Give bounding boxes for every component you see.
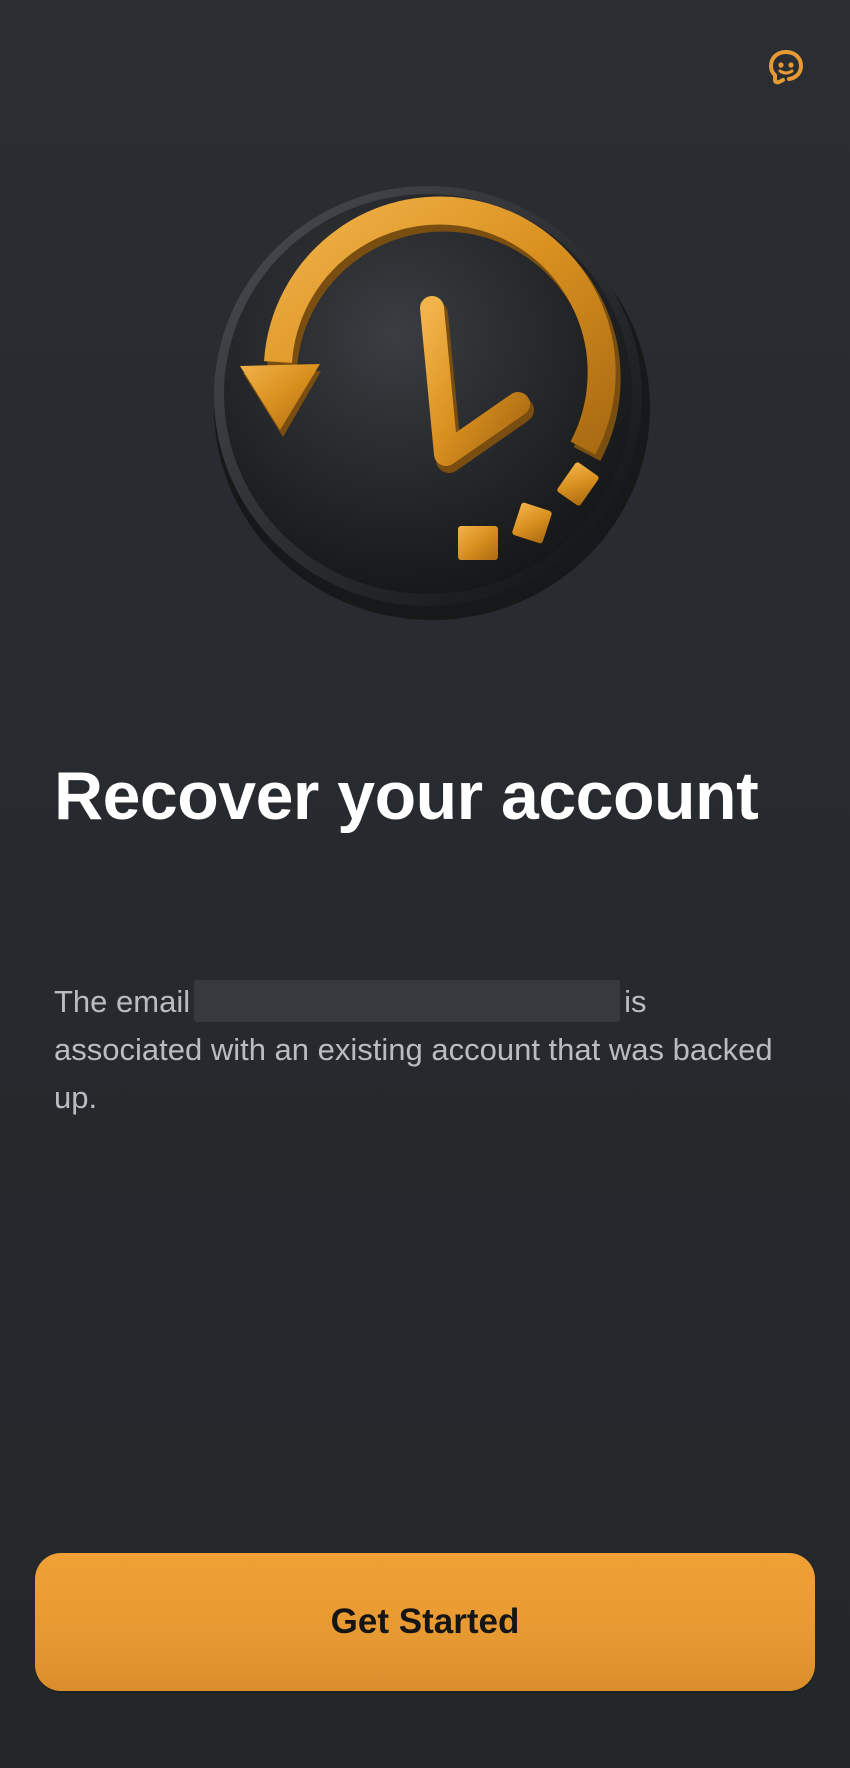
- clock-restore-icon: [214, 186, 650, 620]
- support-agent-icon: [769, 50, 804, 85]
- page-title: Recover your account: [54, 758, 759, 834]
- description-text: The email is associated with an existing …: [54, 978, 794, 1122]
- get-started-button[interactable]: Get Started: [35, 1553, 815, 1691]
- support-button[interactable]: [758, 40, 814, 96]
- description-prefix: The email: [54, 984, 191, 1019]
- recover-account-screen: Recover your account The email is associa…: [0, 0, 850, 1768]
- redacted-email: [194, 980, 621, 1022]
